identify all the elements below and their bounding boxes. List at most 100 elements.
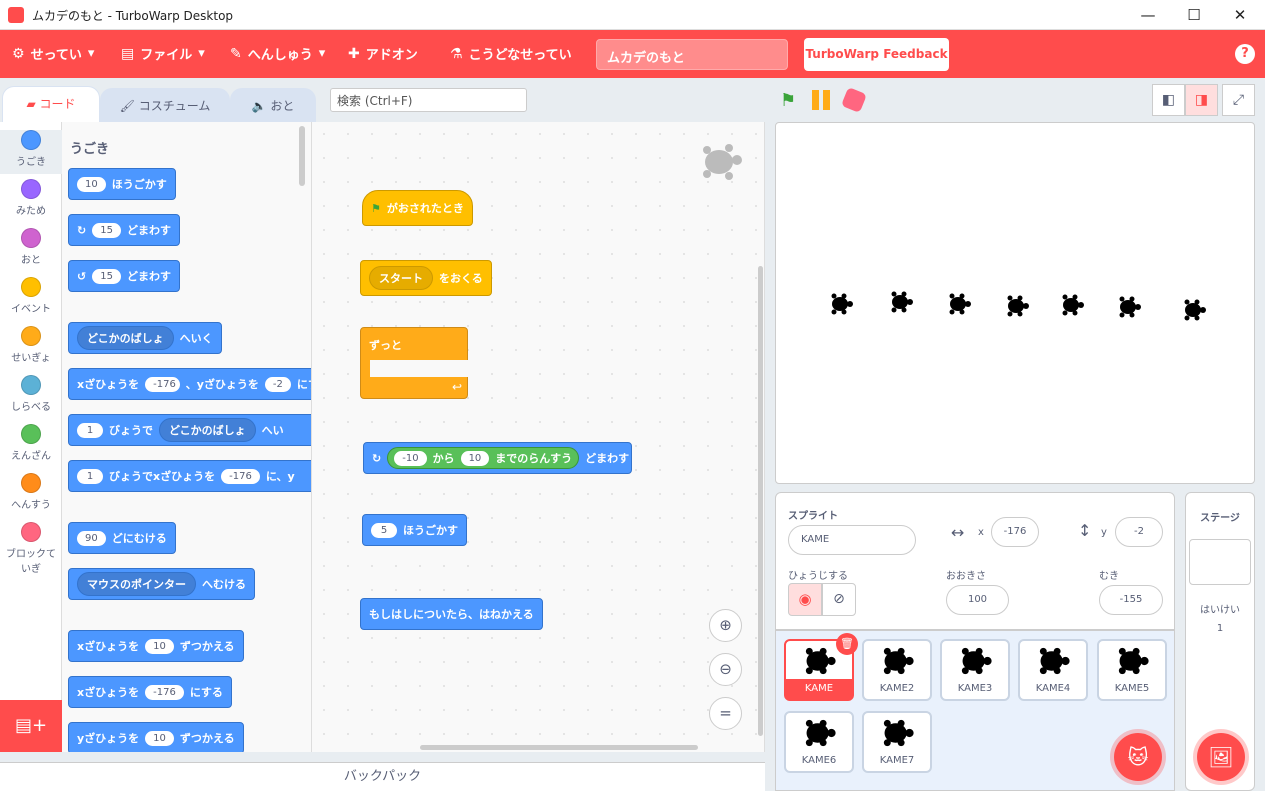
add-backdrop-button[interactable]: 🖼 (1197, 733, 1245, 781)
settings-menu[interactable]: ⚙ せってい ▾ (12, 44, 94, 64)
block-dropdown[interactable]: どこかのばしょ (77, 326, 174, 350)
category-control[interactable]: せいぎょ (0, 326, 62, 364)
scripts-area[interactable]: ⚑ がおされたとき スタート をおくる ずっと ↩ ↻ -10 から 10 までのらんすうど… (312, 122, 765, 752)
x-input[interactable]: -176 (991, 517, 1039, 547)
normal-stage-button[interactable]: ◨ (1185, 84, 1218, 116)
glide-xy-block[interactable]: 1 びょうでxざひょうを -176 に、y (68, 460, 311, 492)
turtle-sprite (949, 293, 971, 315)
y-input[interactable]: -2 (1115, 517, 1163, 547)
move-steps-block[interactable]: 5 ほうごかす (362, 514, 467, 546)
sprite-card-kame4[interactable]: KAME4 (1018, 639, 1088, 701)
block-input[interactable]: 10 (145, 730, 174, 746)
block-input[interactable]: 1 (77, 468, 103, 484)
block-input[interactable]: -2 (264, 376, 291, 392)
show-sprite-button[interactable]: ◉ (788, 583, 822, 616)
block-input[interactable]: 5 (371, 522, 397, 538)
stop-button[interactable] (840, 86, 868, 114)
category-sensing[interactable]: しらべる (0, 375, 62, 413)
speaker-icon: 🔈 (251, 99, 271, 113)
category-label: ブロックていぎ (6, 549, 56, 575)
settings-label: せってい (30, 48, 82, 63)
advanced-settings-menu[interactable]: ⚗ こうどなせってい (450, 44, 572, 64)
minimize-button[interactable]: — (1125, 0, 1171, 30)
sprite-name: KAME2 (879, 683, 915, 694)
category-dot (21, 473, 41, 493)
sprite-card-kame5[interactable]: KAME5 (1097, 639, 1167, 701)
point-towards-block[interactable]: マウスのポインター へむける (68, 568, 255, 600)
block-dropdown[interactable]: マウスのポインター (77, 572, 196, 596)
block-input[interactable]: 10 (145, 638, 174, 654)
zoom-in-button[interactable]: ⊕ (709, 609, 742, 642)
sprite-card-kame6[interactable]: KAME6 (784, 711, 854, 773)
stage-panel[interactable]: ステージ はいけい 1 🖼 (1185, 492, 1255, 791)
close-button[interactable]: ✕ (1217, 0, 1263, 30)
size-input[interactable]: 100 (946, 585, 1009, 615)
direction-input[interactable]: -155 (1099, 585, 1163, 615)
pause-button[interactable] (812, 90, 832, 110)
goto-block[interactable]: どこかのばしょ へいく (68, 322, 222, 354)
sprite-name-input[interactable]: KAME (788, 525, 916, 555)
goto-xy-block[interactable]: xざひょうを -176 、yざひょうを -2 にす (68, 368, 311, 400)
block-input[interactable]: 15 (92, 222, 121, 238)
block-input[interactable]: -176 (145, 684, 184, 700)
block-input[interactable]: 10 (77, 176, 106, 192)
stage-canvas[interactable] (775, 122, 1255, 484)
turn-right-block[interactable]: ↻ 15 どまわす (68, 214, 180, 246)
edit-menu[interactable]: ✎ へんしゅう ▾ (230, 44, 325, 64)
category-my-blocks[interactable]: ブロックていぎ (0, 522, 62, 575)
palette-scrollbar[interactable] (299, 126, 305, 186)
block-input[interactable]: 15 (92, 268, 121, 284)
project-title-input[interactable]: ムカデのもと (596, 39, 788, 70)
category-motion[interactable]: うごき (0, 130, 62, 174)
help-icon[interactable]: ? (1235, 44, 1255, 64)
glide-to-block[interactable]: 1 びょうで どこかのばしょ へい (68, 414, 311, 446)
search-input[interactable]: 検索 (Ctrl+F) (330, 88, 527, 112)
change-y-block[interactable]: yざひょうを 10 ずつかえる (68, 722, 244, 752)
random-operator[interactable]: -10 から 10 までのらんすう (387, 447, 580, 469)
category-events[interactable]: イベント (0, 277, 62, 315)
set-x-block[interactable]: xざひょうを -176 にする (68, 676, 232, 708)
block-input[interactable]: 90 (77, 530, 106, 546)
tab-costume[interactable]: 🖌 コスチューム (100, 88, 230, 124)
tab-sound[interactable]: 🔈 おと (230, 88, 316, 124)
change-x-block[interactable]: xざひょうを 10 ずつかえる (68, 630, 244, 662)
bounce-on-edge-block[interactable]: もしはしについたら、はねかえる (360, 598, 543, 630)
category-looks[interactable]: みため (0, 179, 62, 217)
delete-sprite-button[interactable]: 🗑 (836, 633, 858, 655)
turn-random-block[interactable]: ↻ -10 から 10 までのらんすう どまわす (363, 442, 632, 474)
add-extension-button[interactable]: ▤+ (0, 700, 62, 752)
block-input[interactable]: -10 (394, 450, 427, 466)
block-input[interactable]: 1 (77, 422, 103, 438)
block-dropdown[interactable]: どこかのばしょ (159, 418, 256, 442)
feedback-button[interactable]: TurboWarp Feedback (804, 38, 949, 71)
block-input[interactable]: -176 (221, 468, 260, 484)
scripts-scrollbar[interactable] (420, 745, 698, 750)
file-menu[interactable]: ▤ ファイル ▾ (121, 44, 205, 64)
fullscreen-button[interactable]: ⤢ (1222, 84, 1255, 116)
hide-sprite-button[interactable]: ⊘ (822, 583, 856, 616)
point-direction-block[interactable]: 90 どにむける (68, 522, 176, 554)
when-flag-clicked-block[interactable]: ⚑ がおされたとき (362, 190, 473, 226)
scripts-vscrollbar[interactable] (758, 266, 763, 736)
move-steps-block[interactable]: 10 ほうごかす (68, 168, 176, 200)
add-sprite-button[interactable]: 🐱 (1114, 733, 1162, 781)
zoom-reset-button[interactable]: = (709, 697, 742, 730)
block-input[interactable]: 10 (460, 450, 490, 466)
category-variables[interactable]: へんすう (0, 473, 62, 511)
sprite-card-kame2[interactable]: KAME2 (862, 639, 932, 701)
sprite-card-kame7[interactable]: KAME7 (862, 711, 932, 773)
block-dropdown[interactable]: スタート (369, 266, 433, 290)
maximize-button[interactable]: ☐ (1171, 0, 1217, 30)
backpack[interactable]: バックパック (0, 762, 765, 791)
addons-menu[interactable]: ✚ アドオン (348, 44, 418, 64)
zoom-out-button[interactable]: ⊖ (709, 653, 742, 686)
block-input[interactable]: -176 (145, 376, 180, 392)
turn-left-block[interactable]: ↺ 15 どまわす (68, 260, 180, 292)
sprite-card-kame3[interactable]: KAME3 (940, 639, 1010, 701)
category-sound[interactable]: おと (0, 228, 62, 266)
small-stage-button[interactable]: ◧ (1152, 84, 1185, 116)
green-flag-button[interactable]: ⚑ (780, 90, 796, 111)
category-operators[interactable]: えんざん (0, 424, 62, 462)
broadcast-block[interactable]: スタート をおくる (360, 260, 492, 296)
tab-code[interactable]: ▰ コード (2, 86, 100, 122)
